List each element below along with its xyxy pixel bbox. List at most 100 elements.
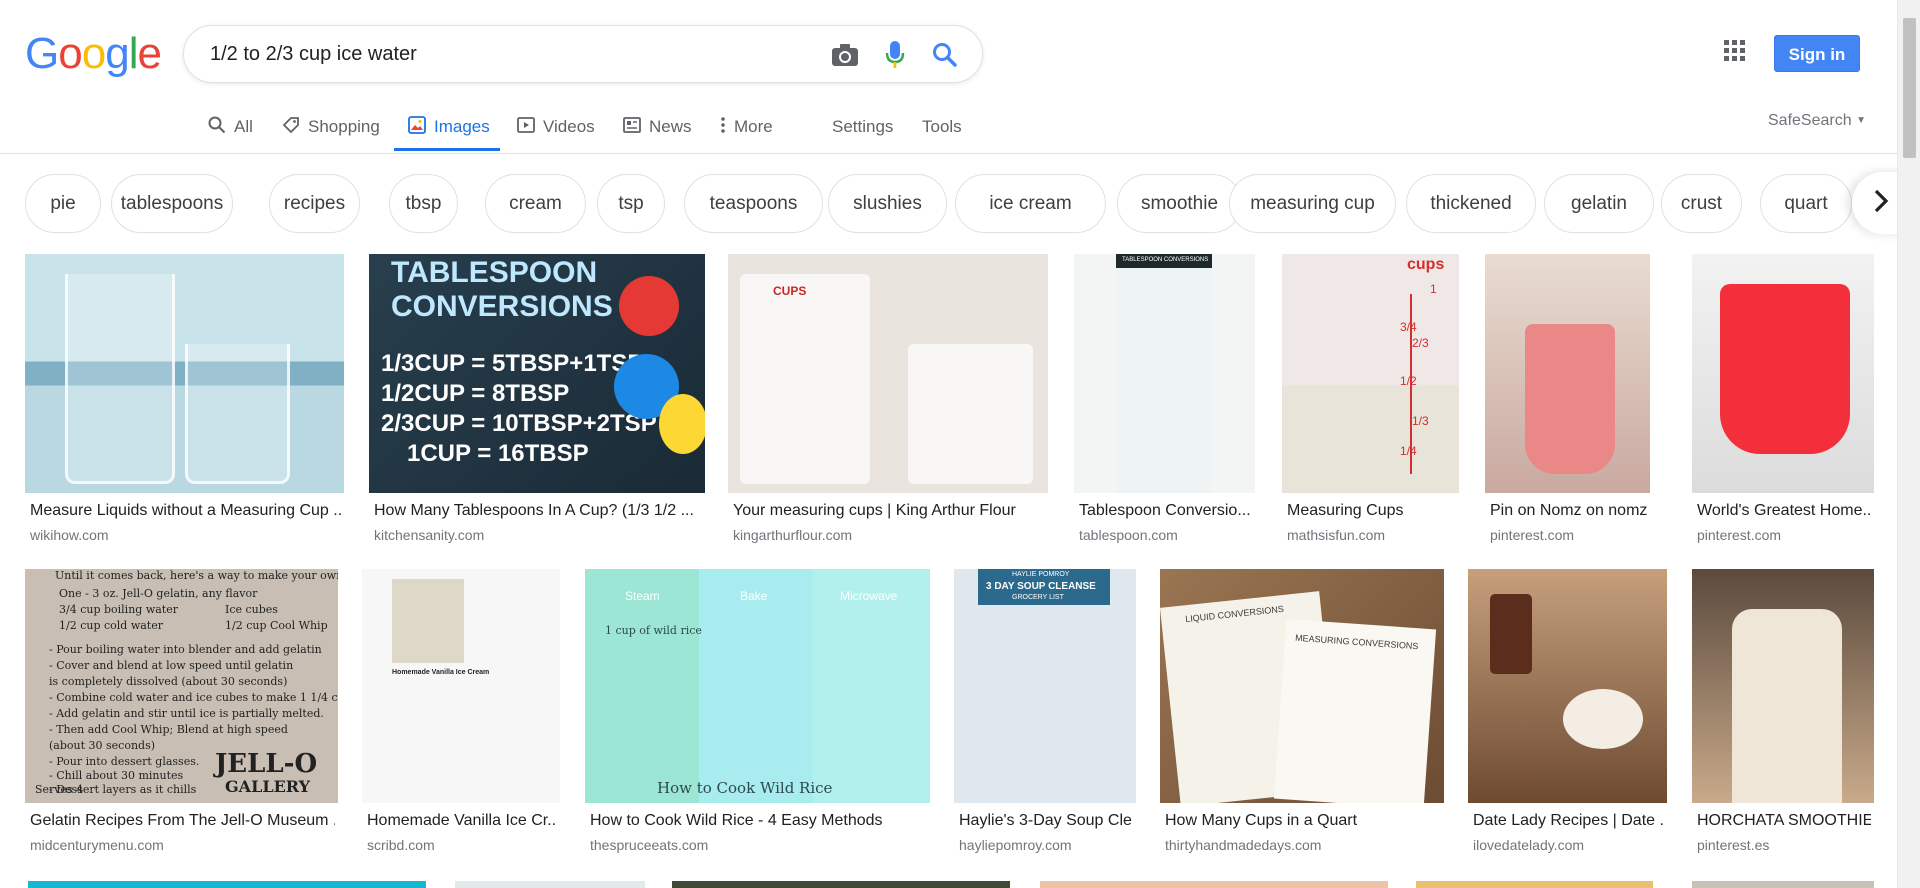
result-thumbnail[interactable] bbox=[1692, 881, 1874, 888]
result-thumbnail[interactable] bbox=[1416, 881, 1653, 888]
result-source[interactable]: kingarthurflour.com bbox=[733, 527, 852, 543]
image-result[interactable]: Date Lady Recipes | Date ... ilovedatelad… bbox=[1468, 569, 1667, 865]
image-result[interactable]: HORCHATA SMOOTHIE... pinterest.es bbox=[1692, 569, 1874, 865]
camera-icon[interactable] bbox=[828, 38, 862, 72]
result-thumbnail[interactable] bbox=[1692, 569, 1874, 803]
result-title[interactable]: How to Cook Wild Rice - 4 Easy Methods bbox=[590, 812, 927, 830]
result-source[interactable]: tablespoon.com bbox=[1079, 527, 1178, 543]
result-thumbnail[interactable] bbox=[25, 254, 344, 493]
image-result[interactable]: World's Greatest Home... pinterest.com bbox=[1692, 254, 1874, 555]
chip-tsp[interactable]: tsp bbox=[597, 174, 665, 233]
result-thumbnail[interactable]: TABLESPOON CONVERSIONS 1/3CUP = 5TBSP+1TSP… bbox=[369, 254, 705, 493]
result-thumbnail[interactable]: CUPS bbox=[728, 254, 1048, 493]
tab-images[interactable]: Images bbox=[408, 100, 490, 154]
chip-teaspoons[interactable]: teaspoons bbox=[684, 174, 823, 233]
image-result[interactable]: TABLESPOON CONVERSIONS Tablespoon Convers… bbox=[1074, 254, 1255, 555]
news-icon bbox=[623, 116, 641, 139]
apps-grid-icon[interactable] bbox=[1724, 40, 1750, 66]
result-title[interactable]: Homemade Vanilla Ice Cr... bbox=[367, 812, 557, 830]
result-source[interactable]: mathsisfun.com bbox=[1287, 527, 1385, 543]
chip-pie[interactable]: pie bbox=[25, 174, 101, 233]
tab-all[interactable]: All bbox=[208, 100, 253, 154]
safesearch-dropdown[interactable]: SafeSearch ▼ bbox=[1768, 112, 1866, 130]
image-result[interactable]: Measure Liquids without a Measuring Cup … bbox=[25, 254, 344, 555]
scrollbar-thumb[interactable] bbox=[1903, 18, 1916, 158]
result-title[interactable]: Tablespoon Conversio... bbox=[1079, 502, 1252, 520]
result-thumbnail[interactable]: cups 1 3/4 2/3 1/2 1/3 1/4 bbox=[1282, 254, 1459, 493]
result-source[interactable]: pinterest.com bbox=[1697, 527, 1781, 543]
result-source[interactable]: thirtyhandmadedays.com bbox=[1165, 837, 1321, 853]
tab-more[interactable]: More bbox=[720, 100, 773, 154]
result-title[interactable]: How Many Cups in a Quart bbox=[1165, 812, 1441, 830]
result-thumbnail[interactable] bbox=[455, 881, 645, 888]
result-thumbnail[interactable] bbox=[1485, 254, 1650, 493]
result-title[interactable]: How Many Tablespoons In A Cup? (1/3 1/2 … bbox=[374, 502, 702, 520]
result-thumbnail[interactable]: Steam Bake Microwave 1 cup of wild rice How … bbox=[585, 569, 930, 803]
chip-tablespoons[interactable]: tablespoons bbox=[111, 174, 233, 233]
image-result[interactable]: Steam Bake Microwave 1 cup of wild rice How … bbox=[585, 569, 930, 865]
result-title[interactable]: Gelatin Recipes From The Jell-O Museum .… bbox=[30, 812, 335, 830]
result-source[interactable]: hayliepomroy.com bbox=[959, 837, 1072, 853]
chip-gelatin[interactable]: gelatin bbox=[1544, 174, 1654, 233]
result-title[interactable]: HORCHATA SMOOTHIE... bbox=[1697, 812, 1871, 830]
result-title[interactable]: Your measuring cups | King Arthur Flour bbox=[733, 502, 1045, 520]
tab-settings[interactable]: Settings bbox=[832, 100, 893, 154]
image-result[interactable]: TABLESPOON CONVERSIONS 1/3CUP = 5TBSP+1TSP… bbox=[369, 254, 705, 555]
result-title[interactable]: Pin on Nomz on nomz ... bbox=[1490, 502, 1647, 520]
search-box[interactable] bbox=[183, 25, 983, 83]
result-thumbnail[interactable]: HAYLIE POMROY 3 DAY SOUP CLEANSE GROCERY L… bbox=[954, 569, 1136, 803]
result-thumbnail[interactable] bbox=[28, 881, 426, 888]
google-logo[interactable]: Google bbox=[25, 30, 162, 78]
result-title[interactable]: Date Lady Recipes | Date ... bbox=[1473, 812, 1664, 830]
chip-recipes[interactable]: recipes bbox=[269, 174, 360, 233]
result-title[interactable]: Measuring Cups bbox=[1287, 502, 1456, 520]
search-input[interactable] bbox=[210, 43, 770, 66]
chip-crust[interactable]: crust bbox=[1661, 174, 1742, 233]
result-thumbnail[interactable]: Until it comes back, here's a way to mak… bbox=[25, 569, 338, 803]
chip-thickened[interactable]: thickened bbox=[1406, 174, 1536, 233]
image-result[interactable]: LIQUID CONVERSIONS MEASURING CONVERSIONS H… bbox=[1160, 569, 1444, 865]
image-result[interactable]: Pin on Nomz on nomz ... pinterest.com bbox=[1485, 254, 1650, 555]
chip-measuring-cup[interactable]: measuring cup bbox=[1229, 174, 1396, 233]
result-source[interactable]: midcenturymenu.com bbox=[30, 837, 164, 853]
tab-news[interactable]: News bbox=[623, 100, 692, 154]
result-source[interactable]: kitchensanity.com bbox=[374, 527, 484, 543]
result-source[interactable]: wikihow.com bbox=[30, 527, 109, 543]
result-source[interactable]: pinterest.es bbox=[1697, 837, 1769, 853]
image-result[interactable]: HAYLIE POMROY 3 DAY SOUP CLEANSE GROCERY L… bbox=[954, 569, 1136, 865]
result-title[interactable]: World's Greatest Home... bbox=[1697, 502, 1871, 520]
chip-smoothie[interactable]: smoothie bbox=[1117, 174, 1242, 233]
thumbnail-text: - Combine cold water and ice cubes to ma… bbox=[49, 691, 338, 704]
result-thumbnail[interactable] bbox=[1692, 254, 1874, 493]
sign-in-button[interactable]: Sign in bbox=[1774, 35, 1860, 72]
chip-ice-cream[interactable]: ice cream bbox=[955, 174, 1106, 233]
tab-shopping[interactable]: Shopping bbox=[282, 100, 380, 154]
result-source[interactable]: ilovedatelady.com bbox=[1473, 837, 1584, 853]
tab-tools[interactable]: Tools bbox=[922, 100, 962, 154]
chip-quart[interactable]: quart bbox=[1760, 174, 1852, 233]
result-title[interactable]: Haylie's 3-Day Soup Cle... bbox=[959, 812, 1133, 830]
result-thumbnail[interactable] bbox=[672, 881, 1010, 888]
result-thumbnail[interactable] bbox=[1040, 881, 1388, 888]
result-thumbnail[interactable]: LIQUID CONVERSIONS MEASURING CONVERSIONS bbox=[1160, 569, 1444, 803]
result-title[interactable]: Measure Liquids without a Measuring Cup … bbox=[30, 502, 341, 520]
tab-videos[interactable]: Videos bbox=[517, 100, 595, 154]
image-result[interactable]: Until it comes back, here's a way to mak… bbox=[25, 569, 338, 865]
page-scrollbar[interactable] bbox=[1897, 0, 1920, 888]
chip-slushies[interactable]: slushies bbox=[828, 174, 947, 233]
result-source[interactable]: pinterest.com bbox=[1490, 527, 1574, 543]
safesearch-label: SafeSearch bbox=[1768, 112, 1852, 129]
chip-cream[interactable]: cream bbox=[485, 174, 586, 233]
search-icon[interactable] bbox=[928, 38, 962, 72]
thumbnail-text: 1/2CUP = 8TBSP bbox=[381, 380, 570, 407]
result-thumbnail[interactable] bbox=[1468, 569, 1667, 803]
result-thumbnail[interactable]: TABLESPOON CONVERSIONS bbox=[1074, 254, 1255, 493]
image-result[interactable]: cups 1 3/4 2/3 1/2 1/3 1/4 Measuring Cups mathsi… bbox=[1282, 254, 1459, 555]
result-thumbnail[interactable]: Homemade Vanilla Ice Cream bbox=[362, 569, 560, 803]
image-result[interactable]: Homemade Vanilla Ice Cream Homemade Vanil… bbox=[362, 569, 560, 865]
image-result[interactable]: CUPS Your measuring cups | King Arthur Fl… bbox=[728, 254, 1048, 555]
chip-tbsp[interactable]: tbsp bbox=[389, 174, 458, 233]
result-source[interactable]: thespruceeats.com bbox=[590, 837, 708, 853]
result-source[interactable]: scribd.com bbox=[367, 837, 435, 853]
microphone-icon[interactable] bbox=[878, 38, 912, 72]
